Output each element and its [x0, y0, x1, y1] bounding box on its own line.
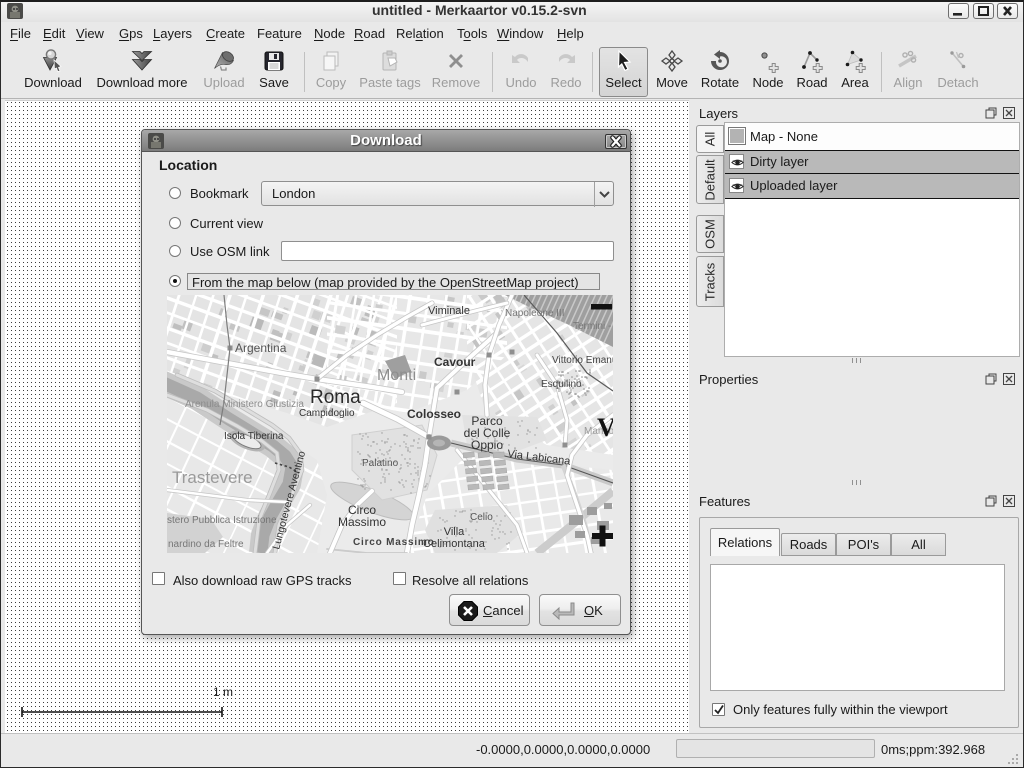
svg-text:Roma: Roma: [310, 387, 361, 408]
svg-text:Vittorio Emanuele: Vittorio Emanuele: [552, 355, 613, 366]
svg-text:Napoleone III: Napoleone III: [505, 308, 565, 319]
svg-text:Palatino: Palatino: [362, 458, 399, 469]
svg-text:nardino da Feltre: nardino da Feltre: [168, 539, 244, 550]
svg-text:Esquilino: Esquilino: [541, 379, 582, 390]
svg-text:Celimontana: Celimontana: [423, 538, 486, 550]
svg-text:V: V: [597, 413, 613, 442]
svg-text:Villa: Villa: [444, 526, 465, 538]
svg-text:Celio: Celio: [470, 512, 493, 523]
svg-text:Isola Tiberina: Isola Tiberina: [224, 431, 284, 442]
svg-text:Termini - La: Termini - La: [573, 321, 613, 332]
svg-text:Massimo: Massimo: [338, 515, 386, 529]
svg-text:Arenula Ministero Giustizia: Arenula Ministero Giustizia: [185, 399, 304, 410]
svg-text:Trastevere: Trastevere: [172, 468, 253, 487]
svg-text:Colosseo: Colosseo: [407, 407, 461, 421]
svg-text:Campidoglio: Campidoglio: [299, 408, 355, 419]
svg-text:Argentina: Argentina: [235, 341, 287, 355]
svg-text:Monti: Monti: [377, 367, 416, 384]
svg-text:stero Pubblica Istruzione: stero Pubblica Istruzione: [167, 515, 277, 526]
svg-text:Viminale: Viminale: [428, 305, 470, 317]
svg-text:Cavour: Cavour: [434, 355, 476, 369]
svg-text:Oppio: Oppio: [471, 438, 503, 452]
